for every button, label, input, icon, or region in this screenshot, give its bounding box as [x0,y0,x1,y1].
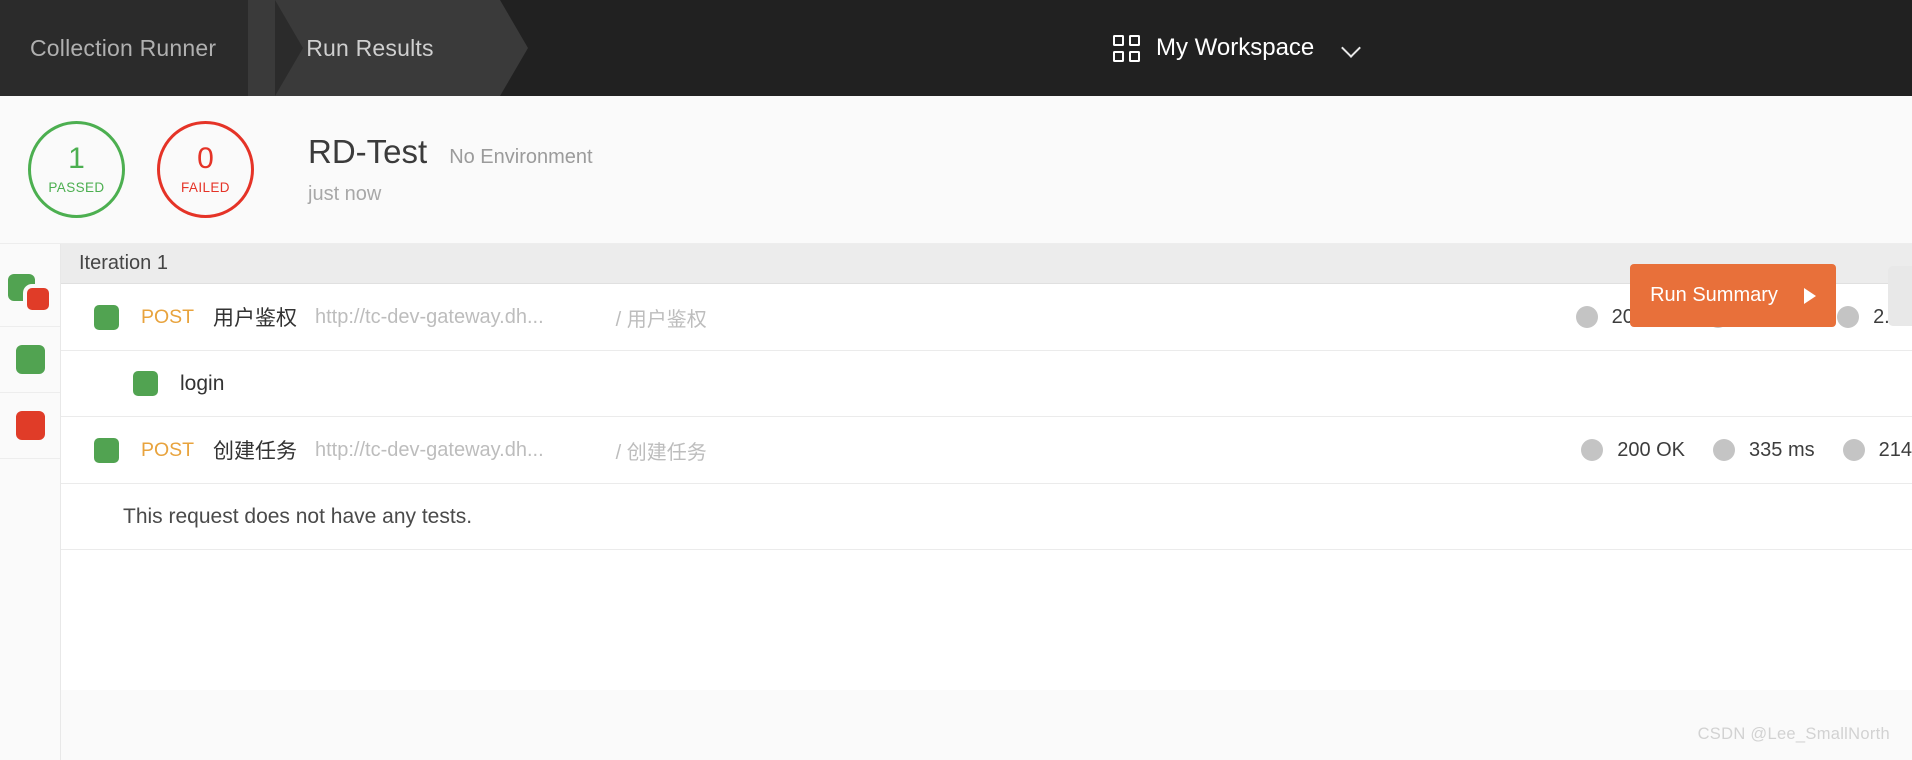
request-path: / 创建任务 [615,441,707,464]
environment-label: No Environment [449,146,593,168]
run-meta: RD-Test No Environment just now [308,133,593,206]
iteration-label: Iteration 1 [79,252,168,274]
grid-icon [1113,34,1140,62]
metric-size: 214 [1842,438,1912,462]
dot-icon [1837,306,1860,328]
status-badge [94,304,119,330]
watermark: CSDN @Lee_SmallNorth [1697,725,1890,743]
tab-collection-runner[interactable]: Collection Runner [0,0,304,96]
list-filler [61,550,1912,690]
request-name: 用户鉴权 [213,307,297,330]
results-body: Iteration 1 POST 用户鉴权 http://tc-dev-gate… [0,244,1912,760]
play-triangle-icon [1803,287,1816,304]
tab-run-results-label: Run Results [306,34,434,61]
passed-stat: 1 PASSED [28,121,125,218]
sidebar-item-filter-all[interactable] [0,261,60,327]
metric-size-label: 214 [1878,438,1912,461]
list-item: login [61,351,1912,417]
top-header-bar: Collection Runner Run Results My Workspa… [0,0,1912,96]
request-url: http://tc-dev-gateway.dh... [315,305,544,328]
test-name: login [180,371,225,395]
metric-status: 200 OK [1581,439,1685,462]
tab-collection-runner-label: Collection Runner [30,34,217,61]
request-metrics: 200 OK 335 ms 214 [1553,439,1912,462]
metric-time: 335 ms [1713,439,1815,462]
run-timestamp: just now [308,183,382,205]
chevron-down-icon [1344,40,1361,57]
failed-count: 0 [197,142,214,175]
table-row[interactable]: POST 创建任务 http://tc-dev-gateway.dh... / … [61,417,1912,484]
request-path: / 用户鉴权 [615,308,707,331]
run-summary-button-label: Run Summary [1650,284,1778,306]
status-badge [133,371,158,396]
failed-label: FAILED [181,180,230,195]
dot-icon [1842,439,1865,461]
secondary-action-button[interactable] [1888,266,1912,326]
sidebar-item-filter-failed[interactable] [0,393,60,459]
workspace-label: My Workspace [1156,34,1315,61]
passed-label: PASSED [48,180,105,195]
request-method: POST [141,438,195,461]
failed-stat: 0 FAILED [157,121,254,218]
dot-icon [1581,439,1604,461]
request-name: 创建任务 [213,440,297,463]
run-summary-button[interactable]: Run Summary [1630,264,1836,327]
dot-icon [1575,306,1598,328]
request-method: POST [141,305,195,328]
passed-count: 1 [68,142,85,175]
metric-time-label: 335 ms [1749,438,1815,461]
workspace-selector[interactable]: My Workspace [1113,0,1361,96]
red-square-icon [15,411,45,440]
status-badge [94,437,119,463]
dot-icon [1713,439,1736,461]
metric-status-label: 200 OK [1617,438,1686,461]
green-square-icon [15,345,45,374]
page-title: RD-Test [308,133,428,170]
stacked-squares-icon [8,273,53,314]
sidebar-item-filter-passed[interactable] [0,327,60,393]
filter-sidebar [0,244,61,760]
no-tests-note: This request does not have any tests. [61,484,1912,550]
run-summary-band: 1 PASSED 0 FAILED RD-Test No Environment… [0,96,1912,327]
request-url: http://tc-dev-gateway.dh... [315,438,544,461]
no-tests-note-label: This request does not have any tests. [123,504,473,528]
